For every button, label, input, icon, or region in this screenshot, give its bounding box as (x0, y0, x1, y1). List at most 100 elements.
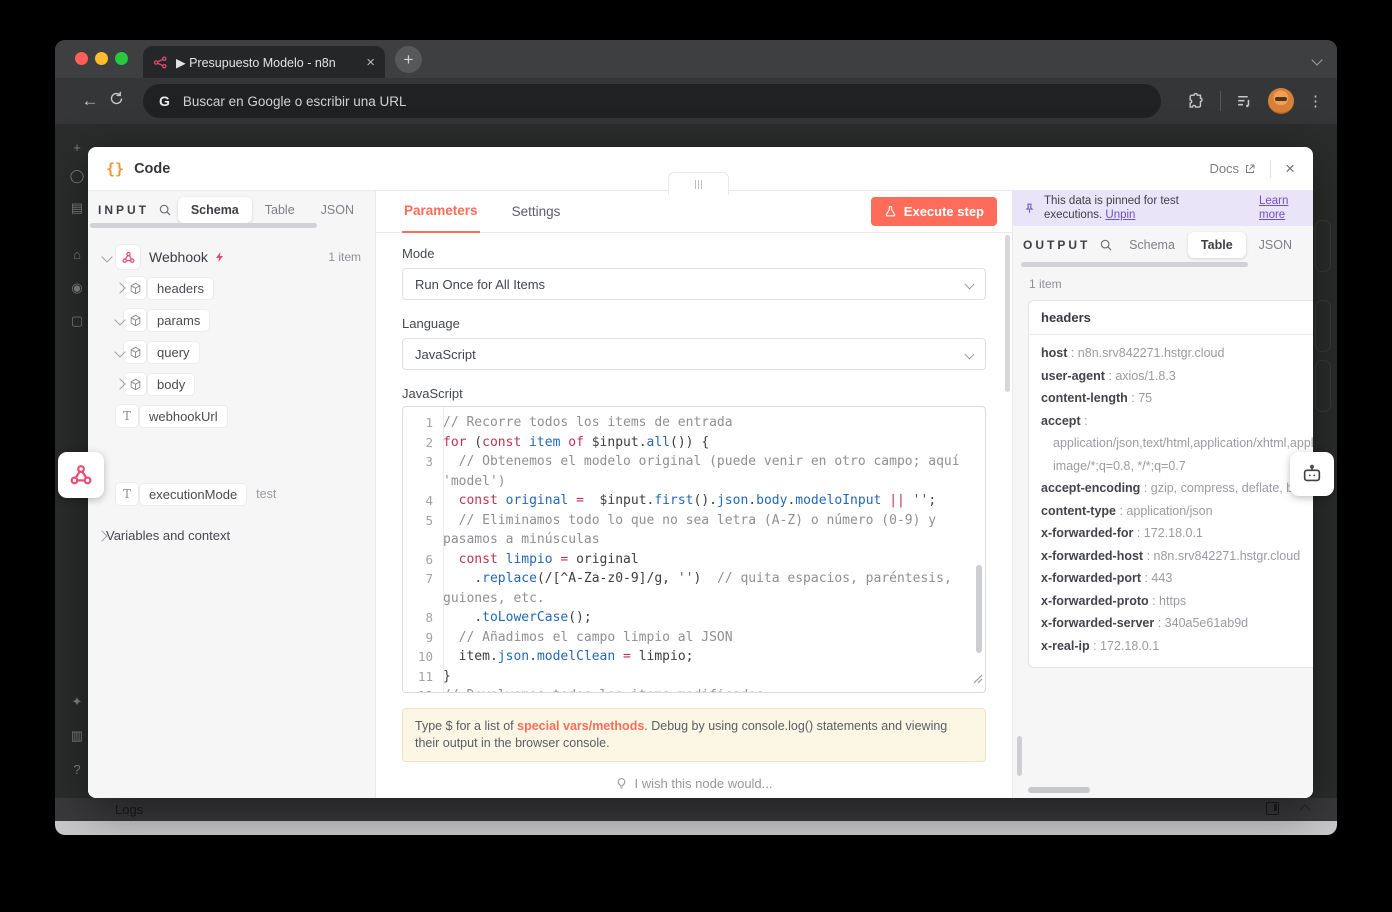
input-search-icon[interactable] (158, 203, 172, 217)
code-line-6[interactable]: 6 const limpio = original (403, 550, 985, 570)
circle-icon[interactable]: ◯ (67, 168, 87, 184)
pin-icon (1023, 202, 1036, 215)
chevron-down-icon[interactable] (116, 311, 124, 329)
output-tab-schema[interactable]: Schema (1116, 232, 1188, 258)
code-line-11[interactable]: 11} (403, 667, 985, 687)
code-line-10[interactable]: 10 item.json.modelClean = limpio; (403, 647, 985, 667)
docs-link[interactable]: Docs (1209, 161, 1256, 176)
chevron-up-icon[interactable] (1299, 804, 1310, 815)
panel-icon[interactable]: ▤ (67, 200, 87, 216)
object-type-icon (124, 373, 146, 395)
wish-node-link[interactable]: I wish this node would... (376, 776, 1012, 791)
code-line-5[interactable]: 5 // Eliminamos todo lo que no sea letra… (403, 511, 985, 550)
schema-item-headers[interactable]: headers (88, 272, 375, 304)
schema-item-params[interactable]: params (88, 304, 375, 336)
code-line-8[interactable]: 8 .toLowerCase(); (403, 608, 985, 628)
extensions-icon[interactable] (1187, 92, 1206, 111)
code-line-4[interactable]: 4 const original = $input.first().json.b… (403, 491, 985, 511)
chevron-right-icon[interactable] (116, 375, 124, 393)
schema-item-body[interactable]: body (88, 368, 375, 400)
schema-item-query[interactable]: query (88, 336, 375, 368)
code-line-3[interactable]: 3 // Obtenemos el modelo original (puede… (403, 452, 985, 491)
code-line-content: for (const item of $input.all()) { (443, 433, 985, 453)
profile-avatar[interactable] (1268, 88, 1294, 114)
code-line-9[interactable]: 9 // Añadimos el campo limpio al JSON (403, 628, 985, 648)
close-dialog-icon[interactable]: × (1285, 160, 1295, 177)
chevron-down-icon[interactable] (98, 253, 116, 261)
code-line-7[interactable]: 7 .replace(/[^A-Za-z0-9]/g, '') // quita… (403, 569, 985, 608)
parameters-scrollbar[interactable] (1005, 235, 1010, 392)
chart-icon[interactable]: ▥ (67, 728, 87, 744)
pinned-bolt-icon (214, 251, 226, 263)
input-tab-schema[interactable]: Schema (178, 197, 252, 223)
output-horizontal-scrollbar[interactable] (1021, 262, 1248, 267)
input-tab-table[interactable]: Table (252, 197, 308, 223)
input-node-float-icon[interactable] (58, 452, 104, 498)
logs-label[interactable]: Logs (115, 802, 143, 817)
address-bar[interactable]: G Buscar en Google o escribir una URL (143, 84, 1161, 118)
language-select[interactable]: JavaScript (402, 338, 986, 370)
unpin-link[interactable]: Unpin (1105, 209, 1135, 221)
output-tab-table[interactable]: Table (1188, 232, 1246, 258)
execute-step-button[interactable]: Execute step (871, 197, 997, 226)
schema-item-webhookUrl[interactable]: TwebhookUrl (88, 400, 375, 432)
logs-panel-edge (55, 821, 1337, 835)
panel-resize-handle[interactable] (668, 172, 729, 195)
input-tab-json[interactable]: JSON (308, 197, 367, 223)
chevron-right-icon (98, 528, 106, 543)
schema-item-executionMode[interactable]: TexecutionModetest (88, 478, 375, 510)
output-row-x-forwarded-server: x-forwarded-server : 340a5e61ab9d (1041, 612, 1313, 635)
code-line-12[interactable]: 12// Devolvemos todos los items modifica… (403, 686, 985, 693)
output-row-content-length: content-length : 75 (1041, 387, 1313, 410)
assistant-float-button[interactable] (1290, 452, 1334, 496)
tab-settings[interactable]: Settings (510, 204, 563, 232)
output-bottom-scrollbar[interactable] (1028, 787, 1090, 793)
output-item-count: 1 item (1029, 277, 1313, 291)
google-icon: G (159, 93, 170, 109)
editor-resize-grip-icon[interactable] (973, 671, 983, 691)
user-icon[interactable]: ◉ (67, 280, 87, 296)
new-tab-button[interactable]: + (395, 46, 422, 73)
learn-more-link[interactable]: Learn more (1259, 195, 1303, 222)
code-editor[interactable]: 1// Recorre todos los items de entrada2f… (402, 406, 986, 693)
close-window-button[interactable] (75, 52, 88, 65)
output-search-icon[interactable] (1099, 238, 1113, 252)
maximize-window-button[interactable] (115, 52, 128, 65)
special-vars-link[interactable]: special vars/methods (517, 719, 644, 733)
output-vertical-scrollbar[interactable] (1017, 736, 1022, 776)
header-separator (1270, 160, 1271, 178)
reading-list-icon[interactable] (1235, 92, 1254, 111)
input-panel-title: INPUT (98, 203, 149, 217)
input-horizontal-scrollbar[interactable] (90, 223, 317, 228)
help-icon[interactable]: ? (67, 762, 87, 777)
card-icon[interactable]: ▢ (67, 313, 87, 329)
chevron-down-icon[interactable] (116, 343, 124, 361)
tab-parameters[interactable]: Parameters (402, 203, 480, 233)
reload-icon[interactable] (103, 91, 129, 111)
input-item-count: 1 item (328, 250, 361, 264)
plus-icon[interactable]: + (67, 140, 87, 155)
minimize-window-button[interactable] (95, 52, 108, 65)
close-tab-icon[interactable]: × (366, 55, 375, 70)
browser-menu-icon[interactable]: ⋮ (1308, 92, 1323, 110)
language-value: JavaScript (415, 347, 476, 362)
open-panel-icon[interactable] (1266, 802, 1279, 815)
schema-node-webhook[interactable]: Webhook 1 item (88, 242, 375, 272)
line-number: 1 (403, 413, 443, 433)
sparkle-icon[interactable]: ✦ (67, 694, 87, 710)
output-row-user-agent: user-agent : axios/1.8.3 (1041, 365, 1313, 388)
code-line-1[interactable]: 1// Recorre todos los items de entrada (403, 413, 985, 433)
line-number: 6 (403, 550, 443, 570)
browser-tab[interactable]: ▶ Presupuesto Modelo - n8n × (143, 46, 385, 78)
editor-scrollbar[interactable] (976, 565, 982, 653)
tab-search-chevron-icon[interactable] (1313, 51, 1321, 69)
code-line-2[interactable]: 2for (const item of $input.all()) { (403, 433, 985, 453)
n8n-canvas-backdrop: +◯▤⌂◉▢✦▥?❖ {} Code Docs (55, 124, 1337, 835)
code-line-content: // Recorre todos los items de entrada (443, 413, 985, 433)
back-icon[interactable]: ← (77, 91, 103, 111)
home-icon[interactable]: ⌂ (67, 247, 87, 262)
chevron-right-icon[interactable] (116, 279, 124, 297)
mode-select[interactable]: Run Once for All Items (402, 268, 986, 300)
variables-and-context-item[interactable]: Variables and context (88, 520, 375, 550)
output-tab-json[interactable]: JSON (1246, 232, 1305, 258)
